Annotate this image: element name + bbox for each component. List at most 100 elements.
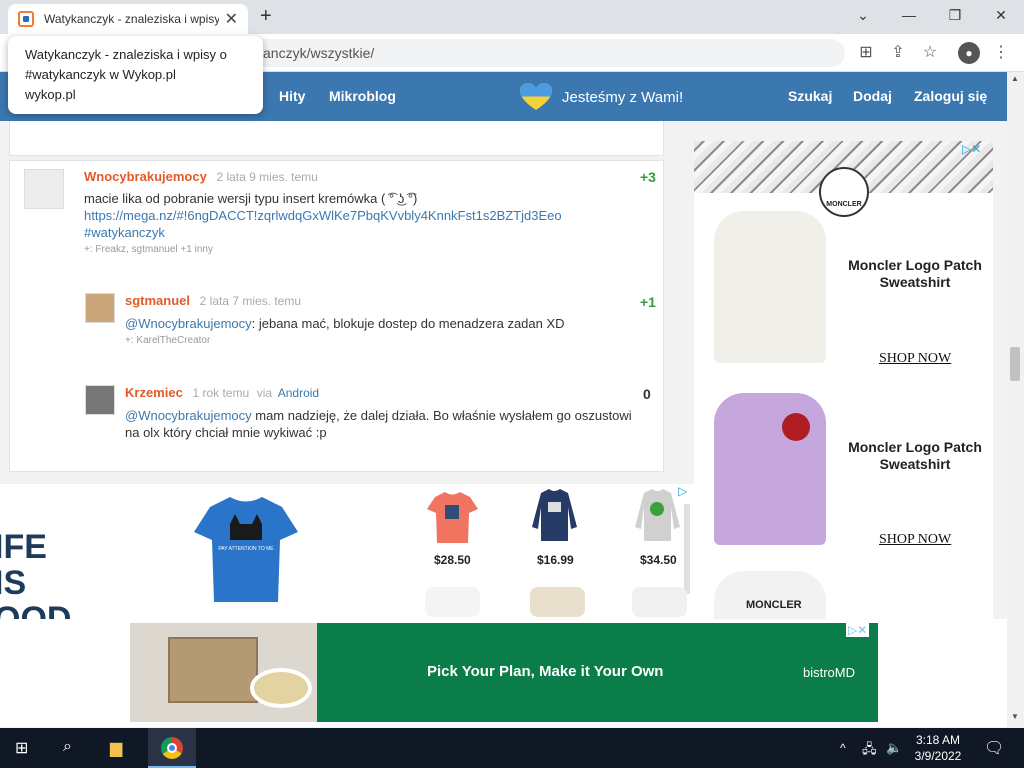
product-tile[interactable] xyxy=(425,489,480,544)
comment-text: : jebana mać, blokuje dostep do menadzer… xyxy=(251,316,565,331)
avatar[interactable] xyxy=(24,169,64,209)
plus-voters[interactable]: +: KarelTheCreator xyxy=(125,335,645,346)
tooltip-title-1: Watykanczyk - znaleziska i wpisy o xyxy=(25,47,227,62)
food-box-image xyxy=(168,637,258,703)
svg-text:PAY ATTENTION TO ME: PAY ATTENTION TO ME xyxy=(218,546,274,552)
price-label: $28.50 xyxy=(434,553,471,567)
shop-now-link[interactable]: SHOP NOW xyxy=(879,532,951,548)
clock-time: 3:18 AM xyxy=(915,733,961,747)
notifications-icon[interactable]: 🗨 xyxy=(984,738,1004,758)
page-scrollbar[interactable]: ▲ ▼ xyxy=(1007,72,1024,727)
scrollbar-thumb[interactable] xyxy=(1010,347,1020,381)
mention-link[interactable]: @Wnocybrakujemocy xyxy=(125,408,252,423)
hashtag-link[interactable]: #watykanczyk xyxy=(84,225,165,240)
nav-dodaj[interactable]: Dodaj xyxy=(853,88,892,104)
bottom-ad[interactable]: Pick Your Plan, Make it Your Own bistroM… xyxy=(0,619,1007,727)
volume-icon[interactable]: 🔈 xyxy=(886,740,902,756)
source-link[interactable]: Android xyxy=(278,386,319,400)
translate-icon[interactable]: ⊞ xyxy=(855,42,877,64)
tooltip-title-2: #watykanczyk w Wykop.pl xyxy=(25,67,176,82)
moncler-logo: MONCLER xyxy=(819,167,869,217)
close-window-icon[interactable]: ✕ xyxy=(978,4,1024,26)
new-tab-icon[interactable]: + xyxy=(260,5,272,28)
bistro-ad-banner[interactable]: Pick Your Plan, Make it Your Own bistroM… xyxy=(130,623,878,722)
vote-score[interactable]: 0 xyxy=(643,386,651,402)
comment-author[interactable]: Krzemiec xyxy=(125,385,183,400)
restore-icon[interactable]: ❐ xyxy=(932,4,978,26)
comment-text-2: na olx który chciał mnie wykiwać :p xyxy=(125,425,327,440)
sweatshirt-image-lilac xyxy=(714,393,826,545)
windows-start-icon[interactable]: ⊞ xyxy=(15,738,28,758)
avatar[interactable] xyxy=(85,293,115,323)
url-text: anczyk/wszystkie/ xyxy=(263,45,375,61)
tab-search-icon[interactable]: ⌄ xyxy=(840,4,886,26)
plus-voters[interactable]: +: Freakz, sgtmanuel +1 inny xyxy=(84,244,654,255)
mention-link[interactable]: @Wnocybrakujemocy xyxy=(125,316,252,331)
adchoices-icon[interactable]: ▷ xyxy=(678,484,687,498)
search-icon[interactable]: ⌕ xyxy=(63,738,72,756)
product-tile[interactable] xyxy=(425,587,480,617)
ukraine-banner-text: Jesteśmy z Wami! xyxy=(562,88,684,106)
moncler-print: MONCLER xyxy=(746,599,802,611)
avatar[interactable] xyxy=(85,385,115,415)
product-title: Moncler Logo Patch Sweatshirt xyxy=(848,257,982,290)
menu-icon[interactable]: ⋮ xyxy=(990,42,1012,64)
vote-score[interactable]: +3 xyxy=(640,169,656,185)
product-tile[interactable] xyxy=(632,587,687,617)
via-label: via xyxy=(256,386,273,400)
navy-longsleeve-image xyxy=(532,489,577,541)
comment-reply: sgtmanuel 2 lata 7 mies. temu @Wnocybrak… xyxy=(125,293,645,346)
adchoices-icon[interactable]: ▷✕ xyxy=(962,142,981,156)
product-tile[interactable] xyxy=(630,487,685,542)
plate-image xyxy=(250,668,312,708)
product-tile[interactable] xyxy=(527,487,582,542)
bookmark-star-icon[interactable]: ☆ xyxy=(919,42,941,64)
file-explorer-icon[interactable]: ▆ xyxy=(110,738,122,758)
show-hidden-icons[interactable]: ^ xyxy=(840,741,846,755)
nav-mikroblog[interactable]: Mikroblog xyxy=(329,88,396,104)
bistromd-logo: bistroMD xyxy=(803,665,856,680)
comment-body: @Wnocybrakujemocy: jebana mać, blokuje d… xyxy=(125,315,645,332)
tab-strip: Watykanczyk - znaleziska i wpisy ✕ + ⌄ —… xyxy=(0,0,1024,34)
vote-score[interactable]: +1 xyxy=(640,294,656,310)
close-tab-icon[interactable]: ✕ xyxy=(225,9,238,29)
adchoices-icon[interactable]: ▷✕ xyxy=(846,623,870,637)
ukraine-heart-icon xyxy=(520,83,552,110)
nav-zaloguj[interactable]: Zaloguj się xyxy=(914,88,987,104)
browser-tab[interactable]: Watykanczyk - znaleziska i wpisy ✕ xyxy=(8,4,248,34)
comment-timestamp[interactable]: 1 rok temu xyxy=(192,386,249,400)
price-label: $34.50 xyxy=(640,553,677,567)
previous-post-bottom xyxy=(9,121,664,156)
comment-text: mam nadzieję, że dalej działa. Bo właśni… xyxy=(251,408,632,423)
scroll-up-arrow[interactable]: ▲ xyxy=(1011,74,1019,83)
product-title: Moncler Logo Patch Sweatshirt xyxy=(848,439,982,472)
sweatshirt-image-white xyxy=(714,211,826,363)
address-bar[interactable]: anczyk/wszystkie/ xyxy=(245,39,845,67)
coral-tshirt-image xyxy=(427,492,478,543)
entry-main: Wnocybrakujemocy 2 lata 9 mies. temu mac… xyxy=(84,169,654,255)
chrome-taskbar-icon[interactable] xyxy=(148,728,196,768)
nav-hity[interactable]: Hity xyxy=(279,88,305,104)
product-tile[interactable] xyxy=(530,587,585,617)
post-author[interactable]: Wnocybrakujemocy xyxy=(84,169,207,184)
comment-timestamp[interactable]: 2 lata 7 mies. temu xyxy=(200,294,301,308)
post-text: macie lika od pobranie wersji typu inser… xyxy=(84,191,418,206)
clock[interactable]: 3:18 AM 3/9/2022 xyxy=(910,732,966,764)
comment-author[interactable]: sgtmanuel xyxy=(125,293,190,308)
network-icon[interactable]: 🖧 xyxy=(862,740,877,762)
share-icon[interactable]: ⇪ xyxy=(887,42,909,64)
tooltip-domain: wykop.pl xyxy=(25,87,76,102)
minimize-icon[interactable]: — xyxy=(886,4,932,26)
profile-icon[interactable]: ● xyxy=(958,42,980,64)
wykop-favicon-icon xyxy=(18,11,34,27)
ukraine-banner[interactable]: Jesteśmy z Wami! xyxy=(520,83,683,111)
comment-body: @Wnocybrakujemocy mam nadzieję, że dalej… xyxy=(125,407,645,441)
tab-hover-tooltip: Watykanczyk - znaleziska i wpisy o #waty… xyxy=(8,36,263,114)
post-timestamp[interactable]: 2 lata 9 mies. temu xyxy=(216,170,317,184)
clock-date: 3/9/2022 xyxy=(914,749,962,763)
shop-now-link[interactable]: SHOP NOW xyxy=(879,351,951,367)
ad-scrollbar[interactable] xyxy=(684,504,690,594)
mega-link[interactable]: https://mega.nz/#!6ngDACCT!zqrlwdqGxWlKe… xyxy=(84,208,562,223)
scroll-down-arrow[interactable]: ▼ xyxy=(1011,712,1019,721)
nav-szukaj[interactable]: Szukaj xyxy=(788,88,832,104)
